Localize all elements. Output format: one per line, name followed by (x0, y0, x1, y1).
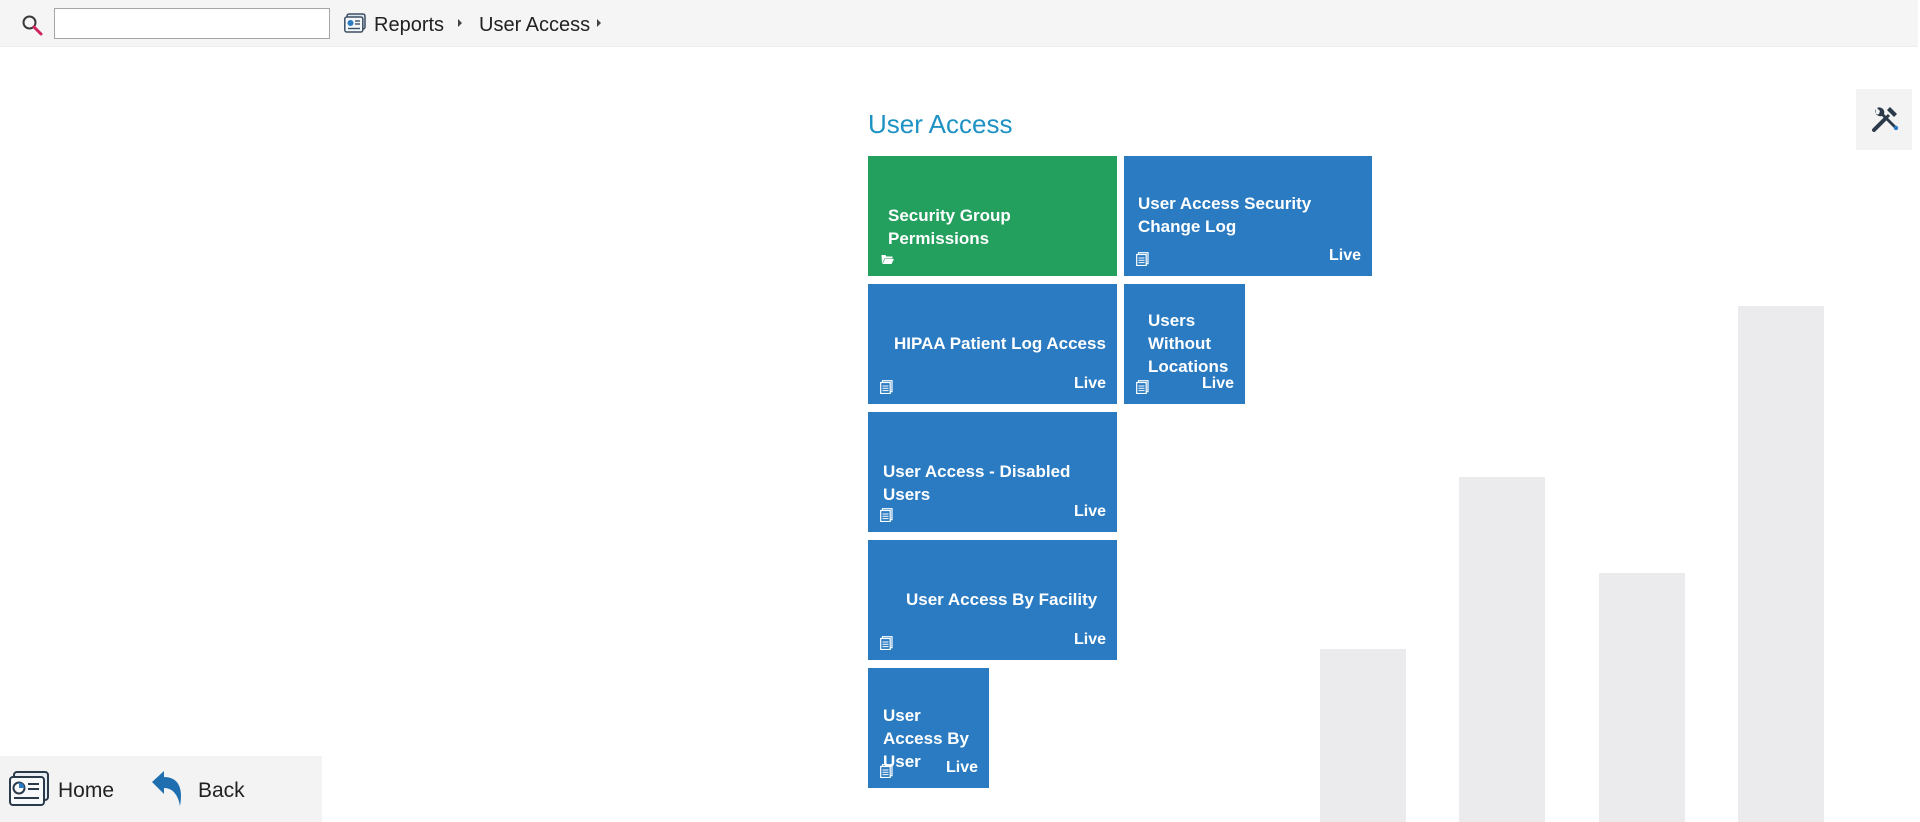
top-bar: Reports User Access (0, 0, 1918, 47)
page-title: User Access (868, 109, 1013, 139)
search-icon[interactable] (20, 13, 44, 37)
report-icon (880, 636, 893, 650)
breadcrumb-user-access[interactable]: User Access (479, 13, 590, 37)
bottom-nav: Home Back (0, 756, 322, 822)
tile-label: User Access - Disabled Users (883, 462, 1071, 504)
report-icon (1136, 252, 1149, 266)
tile-user-access-disabled-users[interactable]: User Access - Disabled Users Live (868, 412, 1117, 532)
reports-icon (344, 13, 366, 33)
status-badge: Live (1328, 247, 1361, 264)
report-icon (880, 380, 893, 394)
status-badge: Live (1073, 631, 1106, 648)
back-label: Back (198, 779, 245, 802)
report-icon (880, 764, 893, 778)
tile-label: Security Group Permissions (888, 206, 1011, 248)
breadcrumb-separator (597, 19, 601, 27)
home-icon (9, 771, 49, 806)
tools-button[interactable] (1856, 89, 1912, 150)
background-bar (1459, 477, 1545, 822)
folder-open-icon (881, 255, 894, 264)
status-badge: Live (1201, 375, 1234, 392)
status-badge: Live (1073, 503, 1106, 520)
background-bar (1320, 649, 1406, 822)
status-badge: Live (945, 759, 978, 776)
tile-label: User Access By Facility (906, 590, 1098, 609)
tile-hipaa-patient-log-access[interactable]: HIPAA Patient Log Access Live (868, 284, 1117, 404)
tile-label: Users Without Locations (1148, 311, 1229, 376)
tile-user-access-by-user[interactable]: User Access By User Live (868, 668, 989, 788)
tile-label: User Access Security Change Log (1138, 194, 1312, 236)
tile-security-group-permissions[interactable]: Security Group Permissions (868, 156, 1117, 276)
back-button[interactable]: Back (150, 768, 250, 812)
breadcrumb-separator (458, 19, 462, 27)
tools-icon (1872, 107, 1899, 132)
status-badge: Live (1073, 375, 1106, 392)
tile-users-without-locations[interactable]: Users Without Locations Live (1124, 284, 1245, 404)
tile-user-access-security-change-log[interactable]: User Access Security Change Log Live (1124, 156, 1372, 276)
breadcrumb-reports[interactable]: Reports (374, 13, 444, 37)
report-icon (880, 508, 893, 522)
background-bar (1738, 306, 1824, 822)
back-arrow-icon (152, 771, 182, 806)
home-button[interactable]: Home (8, 768, 118, 812)
tile-user-access-by-facility[interactable]: User Access By Facility Live (868, 540, 1117, 660)
tile-label: HIPAA Patient Log Access (894, 334, 1106, 353)
home-label: Home (58, 779, 115, 802)
report-icon (1136, 380, 1149, 394)
search-input[interactable] (54, 8, 330, 39)
background-bar (1599, 573, 1685, 822)
